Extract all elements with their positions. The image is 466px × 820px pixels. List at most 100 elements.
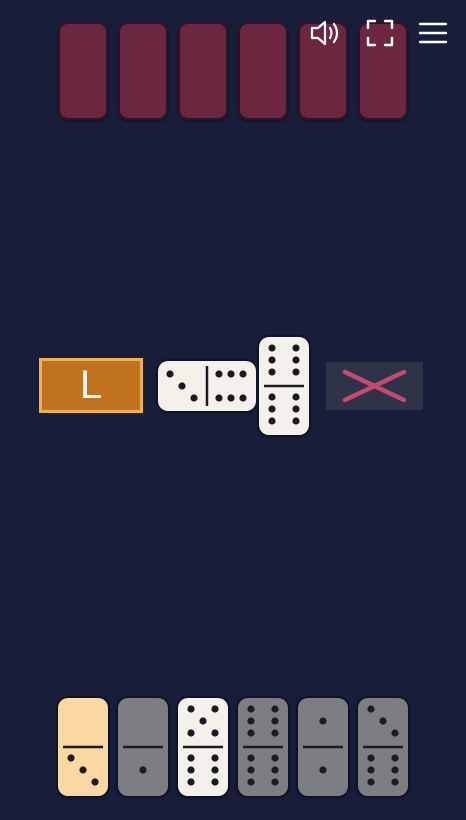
pip xyxy=(271,754,279,762)
pip xyxy=(292,356,300,364)
pip xyxy=(166,370,174,378)
pips-half-a xyxy=(166,370,198,402)
pips-bottom xyxy=(367,754,399,786)
pip xyxy=(247,754,255,762)
pip xyxy=(247,778,255,786)
pips-bottom xyxy=(67,754,99,786)
pip xyxy=(247,717,255,725)
menu-button[interactable] xyxy=(416,16,450,50)
pip xyxy=(268,344,276,352)
pip xyxy=(268,368,276,376)
pip xyxy=(379,717,387,725)
opponent-tile xyxy=(118,22,168,120)
pip xyxy=(367,705,375,713)
pip xyxy=(227,394,235,402)
pips-bottom xyxy=(139,766,147,774)
pip xyxy=(227,370,235,378)
hand-tile-5-6[interactable] xyxy=(178,698,228,796)
board-tile-6-6 xyxy=(259,337,309,435)
pip xyxy=(247,705,255,713)
pip xyxy=(271,766,279,774)
close-icon xyxy=(342,369,407,403)
pip xyxy=(190,394,198,402)
pip xyxy=(239,394,247,402)
pip xyxy=(292,417,300,425)
pip xyxy=(391,729,399,737)
board-tile-3-6 xyxy=(158,361,256,411)
pip xyxy=(292,368,300,376)
hand-tile-pips xyxy=(63,745,103,786)
pip xyxy=(268,405,276,413)
hand-tile-6-6[interactable] xyxy=(238,698,288,796)
pip xyxy=(187,729,195,737)
pip xyxy=(91,778,99,786)
hand-tile-pips xyxy=(363,705,403,786)
pip xyxy=(247,766,255,774)
play-left-button[interactable]: L xyxy=(39,358,143,413)
pip xyxy=(211,778,219,786)
pip xyxy=(391,766,399,774)
board-tile-pips xyxy=(166,366,247,406)
pips-bottom xyxy=(187,754,219,786)
pip xyxy=(268,417,276,425)
hand-tile-1-1[interactable] xyxy=(298,698,348,796)
menu-icon xyxy=(418,22,448,44)
pip xyxy=(268,356,276,364)
pip xyxy=(211,705,219,713)
pips-half-b xyxy=(268,393,300,425)
pip xyxy=(187,766,195,774)
hand-tile-0-3[interactable] xyxy=(58,698,108,796)
hand-tile-0-1[interactable] xyxy=(118,698,168,796)
pips-half-a xyxy=(268,344,300,376)
pip xyxy=(211,729,219,737)
speaker-icon xyxy=(310,20,339,46)
pips-half-b xyxy=(215,370,247,402)
pip xyxy=(271,778,279,786)
pips-top xyxy=(247,705,279,737)
pip xyxy=(271,729,279,737)
pip xyxy=(292,405,300,413)
pip xyxy=(187,754,195,762)
pip xyxy=(247,729,255,737)
hand-tile-pips xyxy=(123,745,163,774)
opponent-tile xyxy=(178,22,228,120)
sound-button[interactable] xyxy=(308,16,342,50)
pip xyxy=(367,766,375,774)
pip xyxy=(79,766,87,774)
hand-tile-3-6[interactable] xyxy=(358,698,408,796)
hand-tile-pips xyxy=(303,717,343,774)
play-left-label: L xyxy=(79,363,103,407)
opponent-tile xyxy=(58,22,108,120)
opponent-tile xyxy=(238,22,288,120)
pip xyxy=(292,344,300,352)
pip xyxy=(211,766,219,774)
hand-tile-pips xyxy=(243,705,283,786)
board-tile-pips xyxy=(264,344,304,425)
pip xyxy=(319,766,327,774)
pips-top xyxy=(187,705,219,737)
pip xyxy=(268,393,276,401)
pips-top xyxy=(319,717,327,725)
fullscreen-button[interactable] xyxy=(363,16,397,50)
pip xyxy=(367,754,375,762)
pips-top xyxy=(367,705,399,737)
pip xyxy=(391,778,399,786)
pip xyxy=(319,717,327,725)
pips-bottom xyxy=(247,754,279,786)
pip xyxy=(271,717,279,725)
hand-tile-pips xyxy=(183,705,223,786)
pip xyxy=(178,382,186,390)
pip xyxy=(215,370,223,378)
pip xyxy=(271,705,279,713)
fullscreen-icon xyxy=(366,19,394,47)
pip xyxy=(199,717,207,725)
pip xyxy=(187,705,195,713)
pip xyxy=(215,394,223,402)
pip xyxy=(211,754,219,762)
pip xyxy=(239,370,247,378)
pip xyxy=(292,393,300,401)
pip xyxy=(139,766,147,774)
cancel-button[interactable] xyxy=(326,362,423,410)
pip xyxy=(67,754,75,762)
pip xyxy=(391,754,399,762)
